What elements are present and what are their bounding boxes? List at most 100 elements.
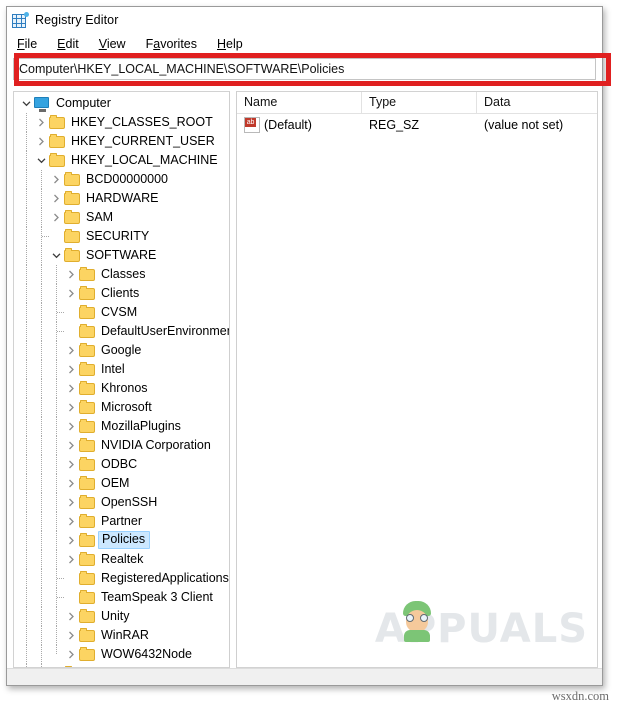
tree-node[interactable]: RegisteredApplications — [14, 569, 229, 588]
tree-node[interactable]: HARDWARE — [14, 189, 229, 208]
tree-node[interactable]: SOFTWARE — [14, 246, 229, 265]
tree-node[interactable]: OEM — [14, 474, 229, 493]
menu-item-file[interactable]: File — [17, 37, 37, 51]
chevron-right-icon[interactable] — [64, 422, 79, 431]
column-header-data[interactable]: Data — [477, 92, 597, 113]
tree-node[interactable]: Realtek — [14, 550, 229, 569]
tree-node[interactable]: Intel — [14, 360, 229, 379]
value-row[interactable]: ab (Default) REG_SZ (value not set) — [237, 114, 597, 135]
tree-node[interactable]: SECURITY — [14, 227, 229, 246]
tree-node[interactable]: WinRAR — [14, 626, 229, 645]
tree-node[interactable]: ODBC — [14, 455, 229, 474]
tree-guide-line — [26, 189, 27, 208]
values-column-header: Name Type Data — [237, 92, 597, 114]
chevron-right-icon[interactable] — [64, 517, 79, 526]
tree-node[interactable]: OpenSSH — [14, 493, 229, 512]
tree-guide-line — [56, 512, 57, 531]
tree-node[interactable]: TeamSpeak 3 Client — [14, 588, 229, 607]
chevron-right-icon[interactable] — [64, 612, 79, 621]
column-header-name[interactable]: Name — [237, 92, 362, 113]
chevron-right-icon[interactable] — [64, 650, 79, 659]
tree-node-label: ODBC — [101, 457, 138, 472]
chevron-right-icon[interactable] — [64, 384, 79, 393]
address-bar[interactable]: Computer\HKEY_LOCAL_MACHINE\SOFTWARE\Pol… — [13, 58, 596, 80]
chevron-right-icon[interactable] — [64, 479, 79, 488]
address-path-text: Computer\HKEY_LOCAL_MACHINE\SOFTWARE\Pol… — [19, 62, 345, 76]
tree-node[interactable]: Khronos — [14, 379, 229, 398]
tree-node[interactable]: Classes — [14, 265, 229, 284]
tree-guide-line — [41, 512, 42, 531]
chevron-right-icon[interactable] — [64, 289, 79, 298]
tree-guide-line — [26, 360, 27, 379]
tree-guide-line — [26, 322, 27, 341]
tree-node[interactable]: Partner — [14, 512, 229, 531]
chevron-right-icon[interactable] — [49, 213, 64, 222]
tree-node[interactable]: HKEY_LOCAL_MACHINE — [14, 151, 229, 170]
tree-node-label: HKEY_CURRENT_USER — [71, 134, 215, 149]
registry-tree: Computer HKEY_CLASSES_ROOT HKEY_CURRENT_US… — [14, 92, 229, 667]
chevron-down-icon[interactable] — [34, 156, 49, 165]
tree-node[interactable]: Clients — [14, 284, 229, 303]
tree-node[interactable]: WOW6432Node — [14, 645, 229, 664]
tree-node[interactable]: Policies — [14, 531, 229, 550]
tree-guide-line — [56, 626, 57, 645]
tree-node-label: NVIDIA Corporation — [101, 438, 211, 453]
tree-guide-line — [56, 341, 57, 360]
chevron-right-icon[interactable] — [64, 441, 79, 450]
folder-icon — [79, 532, 96, 548]
tree-node[interactable]: Computer — [14, 94, 229, 113]
tree-node-label: Khronos — [101, 381, 148, 396]
folder-icon — [79, 513, 96, 529]
menu-item-view[interactable]: View — [99, 37, 126, 51]
tree-guide-line — [41, 379, 42, 398]
tree-guide-line — [56, 284, 57, 303]
tree-node-label: HKEY_CLASSES_ROOT — [71, 115, 213, 130]
column-header-type[interactable]: Type — [362, 92, 477, 113]
menu-item-edit[interactable]: Edit — [57, 37, 79, 51]
tree-node-label: WinRAR — [101, 628, 149, 643]
tree-guide-line — [26, 607, 27, 626]
chevron-right-icon[interactable] — [64, 631, 79, 640]
tree-node[interactable]: Unity — [14, 607, 229, 626]
menu-item-help[interactable]: Help — [217, 37, 243, 51]
tree-guide-line — [26, 626, 27, 645]
chevron-right-icon[interactable] — [64, 346, 79, 355]
chevron-right-icon[interactable] — [64, 498, 79, 507]
chevron-right-icon[interactable] — [64, 555, 79, 564]
chevron-right-icon[interactable] — [49, 175, 64, 184]
chevron-right-icon[interactable] — [34, 137, 49, 146]
chevron-down-icon[interactable] — [49, 251, 64, 260]
tree-node[interactable]: MozillaPlugins — [14, 417, 229, 436]
registry-tree-pane[interactable]: Computer HKEY_CLASSES_ROOT HKEY_CURRENT_US… — [13, 91, 229, 668]
folder-icon — [64, 247, 81, 263]
tree-node-label: HKEY_LOCAL_MACHINE — [71, 153, 218, 168]
tree-node[interactable]: HKEY_CLASSES_ROOT — [14, 113, 229, 132]
tree-node[interactable]: NVIDIA Corporation — [14, 436, 229, 455]
chevron-right-icon[interactable] — [64, 403, 79, 412]
folder-icon — [64, 190, 81, 206]
chevron-right-icon[interactable] — [34, 118, 49, 127]
chevron-right-icon[interactable] — [64, 365, 79, 374]
tree-node-label: Realtek — [101, 552, 144, 567]
tree-guide-line — [26, 170, 27, 189]
tree-node[interactable]: BCD00000000 — [14, 170, 229, 189]
tree-node[interactable]: SAM — [14, 208, 229, 227]
chevron-right-icon[interactable] — [49, 194, 64, 203]
tree-node[interactable]: DefaultUserEnvironment — [14, 322, 229, 341]
tree-node[interactable]: Google — [14, 341, 229, 360]
registry-values-pane[interactable]: Name Type Data ab (Default) REG_SZ (value n… — [237, 91, 598, 668]
tree-node-label: MozillaPlugins — [101, 419, 181, 434]
tree-guide-line — [41, 170, 42, 189]
chevron-right-icon[interactable] — [64, 460, 79, 469]
tree-guide-line — [56, 550, 57, 569]
chevron-right-icon[interactable] — [64, 536, 79, 545]
menu-item-favorites[interactable]: Favorites — [146, 37, 197, 51]
tree-node-label: Computer — [56, 96, 111, 111]
tree-node[interactable]: CVSM — [14, 303, 229, 322]
tree-node[interactable]: Microsoft — [14, 398, 229, 417]
pane-splitter[interactable] — [229, 91, 237, 668]
tree-node[interactable]: HKEY_CURRENT_USER — [14, 132, 229, 151]
chevron-right-icon[interactable] — [64, 270, 79, 279]
chevron-down-icon[interactable] — [19, 99, 34, 108]
folder-icon — [79, 475, 96, 491]
